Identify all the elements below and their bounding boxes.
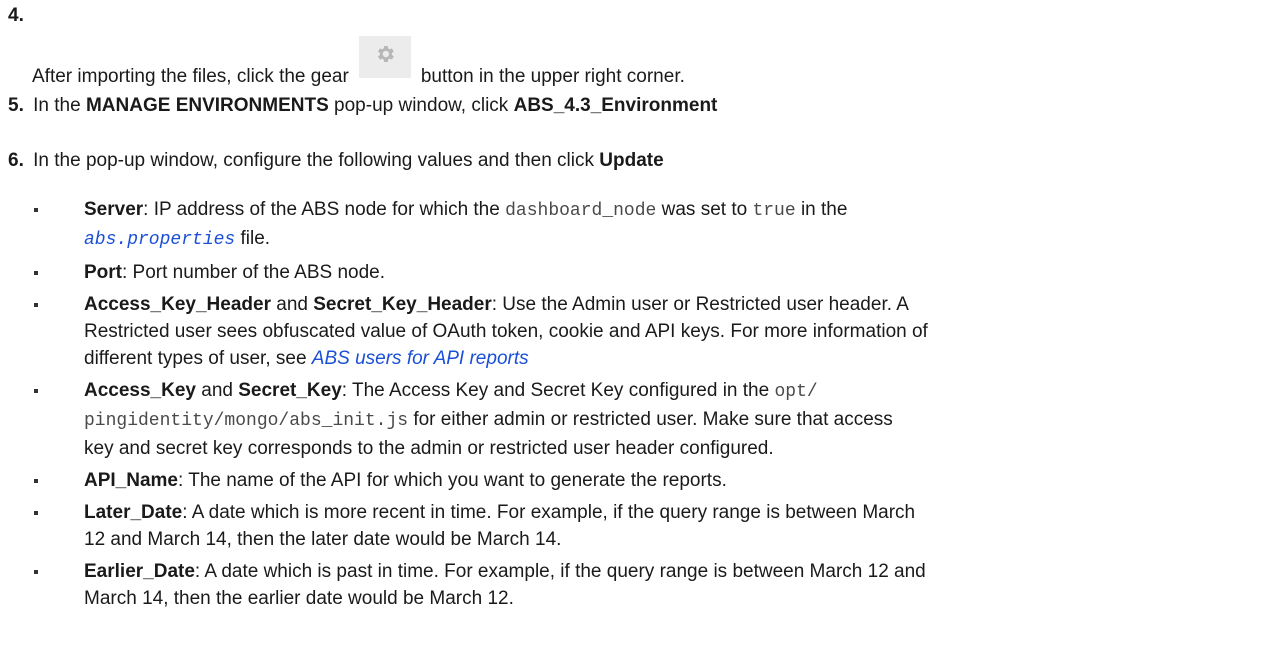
step-4-number: 4.	[8, 5, 24, 26]
list-item-key-headers: Access_Key_Header and Secret_Key_Header:…	[32, 291, 1252, 372]
step-5-mid: pop-up window, click	[334, 95, 509, 116]
step-6-update-label: Update	[599, 150, 664, 171]
bullet-marker	[34, 570, 38, 574]
headers-text-1: : Use the Admin user or Restricted user …	[491, 294, 909, 315]
step-5-environment-name: ABS_4.3_Environment	[513, 95, 718, 116]
server-label: Server	[84, 199, 144, 220]
later-date-text-1: : A date which is more recent in time. F…	[182, 502, 916, 523]
server-text-1: : IP address of the ABS node for which t…	[143, 199, 506, 220]
keys-text-2: for either admin or restricted user. Mak…	[408, 409, 893, 430]
headers-text-2: Restricted user sees obfuscated value of…	[84, 321, 928, 342]
keys-and: and	[195, 380, 239, 401]
list-item-port: Port: Port number of the ABS node.	[32, 259, 1252, 286]
server-text-3: in the	[795, 199, 848, 220]
api-name-label: API_Name	[84, 470, 178, 491]
list-item-later-date: Later_Date: A date which is more recent …	[32, 499, 1252, 553]
bullet-marker	[34, 208, 38, 212]
port-text: : Port number of the ABS node.	[122, 262, 385, 283]
bullet-marker	[34, 389, 38, 393]
headers-and: and	[270, 294, 314, 315]
server-code-true: true	[752, 201, 796, 221]
parameter-list: Server: IP address of the ABS node for w…	[32, 196, 1252, 617]
abs-users-link[interactable]: ABS users for API reports	[312, 348, 529, 369]
later-date-text-2: 12 and March 14, then the later date wou…	[84, 529, 562, 550]
step-6-pre: In the pop-up window, configure the foll…	[33, 150, 594, 171]
list-item-earlier-date: Earlier_Date: A date which is past in ti…	[32, 558, 1252, 612]
keys-code-opt: opt/	[774, 382, 818, 402]
gear-icon	[377, 46, 394, 62]
access-key-label: Access_Key	[84, 380, 196, 401]
server-text-4: file.	[235, 228, 271, 249]
headers-text-3: different types of user, see	[84, 348, 312, 369]
gear-button-image	[358, 36, 411, 78]
keys-code-path: pingidentity/mongo/abs_init.js	[84, 411, 409, 431]
step-6: 6. In the pop-up window, configure the f…	[8, 147, 664, 174]
server-text-2: was set to	[656, 199, 753, 220]
api-name-text: : The name of the API for which you want…	[178, 470, 727, 491]
keys-text-3: key and secret key corresponds to the ad…	[84, 438, 774, 459]
document-page: 4. After importing the files, click the …	[0, 0, 1276, 658]
secret-key-header-label: Secret_Key_Header	[313, 294, 492, 315]
bullet-marker	[34, 271, 38, 275]
earlier-date-text-1: : A date which is past in time. For exam…	[194, 561, 926, 582]
server-code-dashboard-node: dashboard_node	[505, 201, 657, 221]
step-5-window-name: MANAGE ENVIRONMENTS	[85, 95, 329, 116]
bullet-marker	[34, 511, 38, 515]
bullet-marker	[34, 479, 38, 483]
secret-key-label: Secret_Key	[238, 380, 342, 401]
earlier-date-label: Earlier_Date	[84, 561, 195, 582]
step-5-number: 5.	[8, 95, 24, 116]
list-item-server: Server: IP address of the ABS node for w…	[32, 196, 1252, 254]
step-5-pre: In the	[33, 95, 81, 116]
step-4-text: After importing the files, click the gea…	[32, 36, 685, 90]
keys-text-1: : The Access Key and Secret Key configur…	[341, 380, 775, 401]
abs-properties-link[interactable]: abs.properties	[84, 230, 235, 250]
port-label: Port	[84, 262, 122, 283]
step-5: 5. In the MANAGE ENVIRONMENTS pop-up win…	[8, 92, 717, 119]
step-6-number: 6.	[8, 150, 24, 171]
later-date-label: Later_Date	[84, 502, 183, 523]
list-item-keys: Access_Key and Secret_Key: The Access Ke…	[32, 377, 1252, 462]
step-4-text-pre: After importing the files, click the gea…	[32, 66, 349, 87]
list-item-api-name: API_Name: The name of the API for which …	[32, 467, 1252, 494]
step-4-text-post: button in the upper right corner.	[420, 66, 685, 87]
earlier-date-text-2: March 14, then the earlier date would be…	[84, 588, 514, 609]
access-key-header-label: Access_Key_Header	[84, 294, 271, 315]
bullet-marker	[34, 303, 38, 307]
